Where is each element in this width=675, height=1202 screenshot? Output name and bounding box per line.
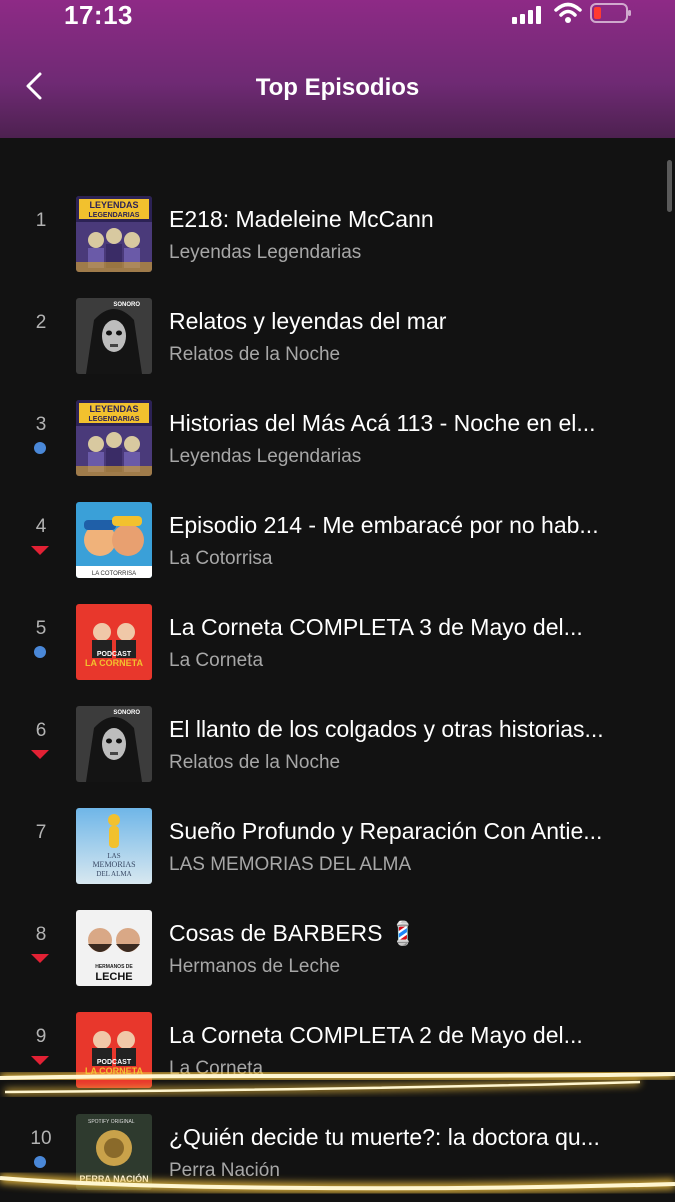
rank-number: 2 [35, 312, 47, 333]
episode-cover-image: LEYENDAS LEGENDARIAS [76, 196, 152, 272]
wifi-icon [554, 2, 582, 23]
cover-text: HERMANOS DE [95, 964, 133, 970]
rank-number: 4 [35, 516, 47, 537]
episode-row[interactable]: 5 PODCAST LA CORNETA La Corneta COMPLETA… [0, 592, 675, 692]
new-entry-dot [34, 442, 46, 454]
relatos-cover-art: SONORO [76, 298, 152, 374]
episode-row[interactable]: 1 LEYENDAS LEGENDARIAS E218: Madeleine M… [0, 184, 675, 284]
episode-cover-image: PODCAST LA CORNETA [76, 1012, 152, 1088]
cover-text: DEL ALMA [96, 870, 131, 878]
cover-text: SONORO [113, 302, 140, 308]
episode-row[interactable]: 10 SPOTIFY ORIGINAL PERRA NACIÓN ¿Quién … [0, 1102, 675, 1202]
cover-text: LEGENDARIAS [89, 416, 140, 423]
cover-text: SPOTIFY ORIGINAL [88, 1119, 135, 1125]
episode-title: ¿Quién decide tu muerte?: la doctora qu.… [169, 1124, 600, 1150]
cover-text: PERRA NACIÓN [79, 1173, 148, 1184]
rank-number: 8 [35, 924, 47, 945]
cover-text: LAS [107, 852, 120, 860]
episode-title: Episodio 214 - Me embaracé por no hab... [169, 512, 599, 538]
cover-text: LEYENDAS [89, 404, 138, 414]
page-title: Top Episodios [255, 74, 420, 101]
episode-row[interactable]: 3 LEYENDAS LEGENDARIAS Historias del Más… [0, 388, 675, 488]
episode-title: La Corneta COMPLETA 3 de Mayo del... [169, 614, 583, 640]
hermanos-cover-art: HERMANOS DE LECHE [76, 910, 152, 986]
new-entry-dot [34, 646, 46, 658]
rank-number: 9 [35, 1026, 47, 1047]
cover-text: PODCAST [97, 651, 132, 658]
rank-down-arrow-icon [31, 954, 49, 963]
status-time: 17:13 [64, 0, 133, 30]
cover-text: MEMORIAS [92, 860, 135, 869]
rank-number: 1 [35, 210, 47, 231]
episode-show: La Corneta [169, 1058, 264, 1079]
cover-text: PODCAST [97, 1059, 132, 1066]
episode-title: El llanto de los colgados y otras histor… [169, 716, 604, 742]
new-entry-dot [34, 1156, 46, 1168]
episode-title: Cosas de BARBERS 💈 [169, 920, 418, 946]
episode-cover-image: SPOTIFY ORIGINAL PERRA NACIÓN [76, 1114, 152, 1190]
episode-show: Leyendas Legendarias [169, 242, 362, 263]
cellular-signal-icon [512, 6, 541, 24]
rank-down-arrow-icon [31, 1056, 49, 1065]
scrollbar-thumb[interactable] [667, 160, 672, 212]
episode-title: Historias del Más Acá 113 - Noche en el.… [169, 410, 596, 436]
corneta-cover-art: PODCAST LA CORNETA [76, 604, 152, 680]
battery-low-icon [590, 3, 631, 23]
episode-row[interactable]: 6 SONORO El llanto de los colgados y otr… [0, 694, 675, 794]
cover-text: SONORO [113, 710, 140, 716]
episode-title: E218: Madeleine McCann [169, 206, 434, 232]
cover-text: LECHE [95, 971, 132, 983]
episode-cover-image: LEYENDAS LEGENDARIAS [76, 400, 152, 476]
episode-row[interactable]: 7 LAS MEMORIAS DEL ALMA Sueño Profundo y… [0, 796, 675, 896]
cover-text: LA COTORRISA [92, 571, 136, 577]
memorias-cover-art: LAS MEMORIAS DEL ALMA [76, 808, 152, 884]
episode-show: Perra Nación [169, 1160, 280, 1181]
episode-show: Relatos de la Noche [169, 752, 341, 773]
episode-show: La Corneta [169, 650, 264, 671]
rank-number: 10 [30, 1128, 52, 1149]
corneta-cover-art: PODCAST LA CORNETA [76, 1012, 152, 1088]
episode-row[interactable]: 2 SONORO Relatos y leyendas del mar Rela… [0, 286, 675, 386]
episode-show: Leyendas Legendarias [169, 446, 362, 467]
rank-down-arrow-icon [31, 546, 49, 555]
status-bar: 17:13 [0, 0, 675, 34]
perra-cover-art: SPOTIFY ORIGINAL PERRA NACIÓN [76, 1114, 152, 1190]
episode-title: Sueño Profundo y Reparación Con Antie... [169, 818, 603, 844]
episode-show: LAS MEMORIAS DEL ALMA [169, 854, 412, 875]
rank-down-arrow-icon [31, 750, 49, 759]
episode-cover-image: LAS MEMORIAS DEL ALMA [76, 808, 152, 884]
episode-row[interactable]: 8 HERMANOS DE LECHE Cosas de BARBERS 💈 H… [0, 898, 675, 998]
nav-bar: Top Episodios [0, 62, 675, 114]
episode-title: Relatos y leyendas del mar [169, 308, 447, 334]
episode-cover-image: PODCAST LA CORNETA [76, 604, 152, 680]
header-bar: 17:13 Top Episodios [0, 0, 675, 138]
cover-text: LEGENDARIAS [89, 212, 140, 219]
episode-row[interactable]: 9 PODCAST LA CORNETA La Corneta COMPLETA… [0, 1000, 675, 1100]
episode-show: Relatos de la Noche [169, 344, 341, 365]
episode-cover-image: SONORO [76, 706, 152, 782]
leyendas-cover-art: LEYENDAS LEGENDARIAS [76, 196, 152, 272]
relatos-cover-art: SONORO [76, 706, 152, 782]
episode-cover-image: HERMANOS DE LECHE [76, 910, 152, 986]
rank-number: 7 [35, 822, 47, 843]
cover-text: LA CORNETA [85, 658, 143, 668]
episode-row[interactable]: 4 LA COTORRISA Episodio 214 - Me embarac… [0, 490, 675, 590]
episode-title: La Corneta COMPLETA 2 de Mayo del... [169, 1022, 583, 1048]
cover-text: LEYENDAS [89, 200, 138, 210]
episode-cover-image: SONORO [76, 298, 152, 374]
cotorrisa-cover-art: LA COTORRISA [76, 502, 152, 578]
episode-show: La Cotorrisa [169, 548, 273, 569]
episode-cover-image: LA COTORRISA [76, 502, 152, 578]
rank-number: 3 [35, 414, 47, 435]
rank-number: 6 [35, 720, 47, 741]
rank-number: 5 [35, 618, 47, 639]
cover-text: LA CORNETA [85, 1066, 143, 1076]
episode-show: Hermanos de Leche [169, 956, 341, 977]
leyendas-cover-art: LEYENDAS LEGENDARIAS [76, 400, 152, 476]
